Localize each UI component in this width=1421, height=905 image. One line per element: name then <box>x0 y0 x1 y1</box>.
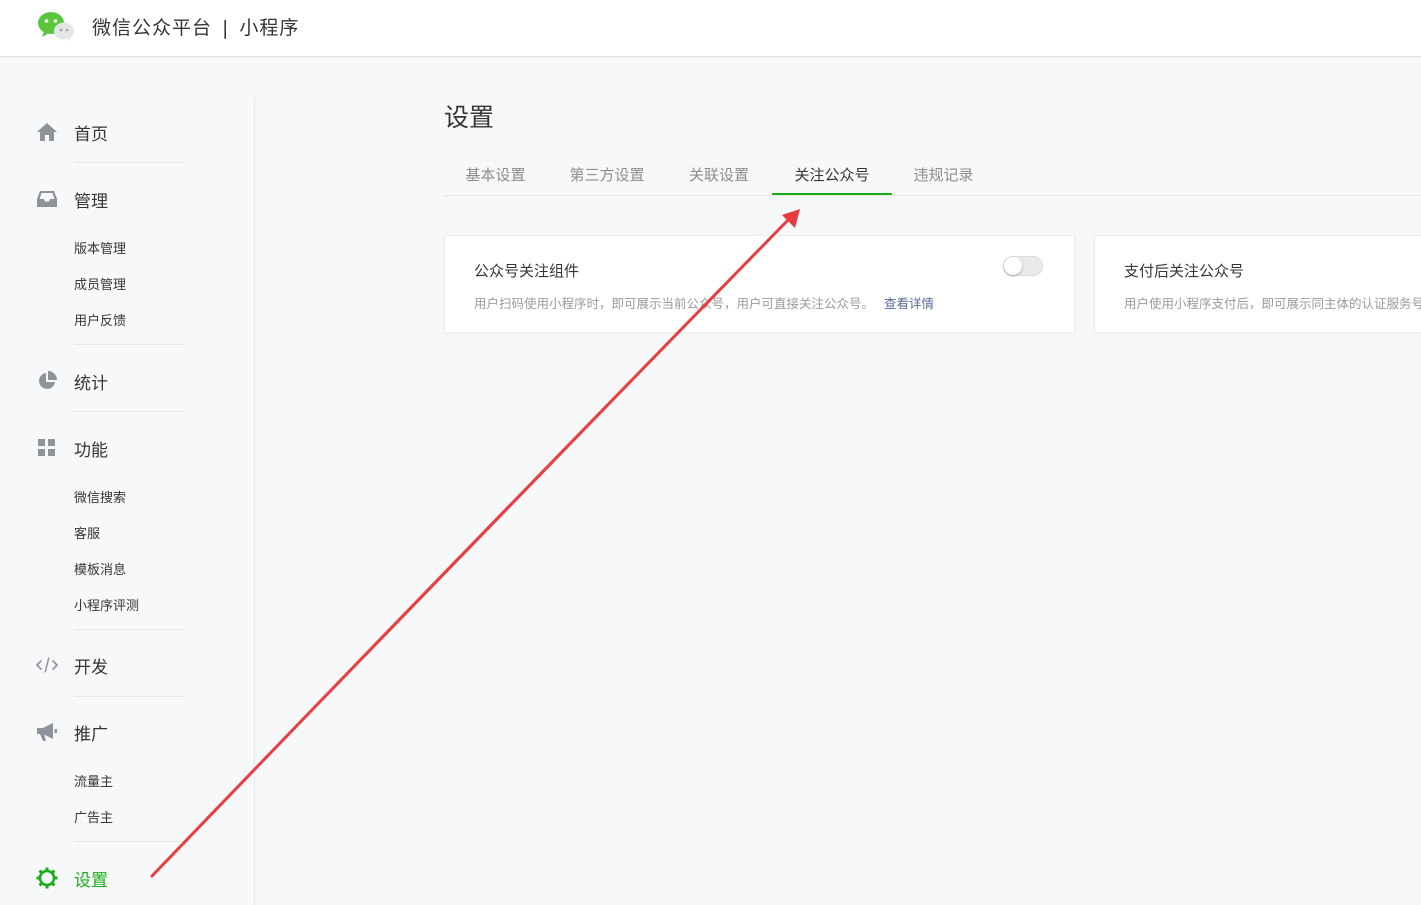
sidebar-item-label: 设置 <box>74 870 108 891</box>
top-bar: 微信公众平台 | 小程序 <box>0 0 1421 57</box>
divider <box>74 696 184 697</box>
follow-after-payment-card: 支付后关注公众号 用户使用小程序支付后，即可展示同主体的认证服务号 <box>1094 235 1421 333</box>
tab-follow-official-account[interactable]: 关注公众号 <box>772 158 892 195</box>
sidebar-item-label: 功能 <box>74 440 108 461</box>
sidebar-divider <box>254 97 255 905</box>
follow-component-card: 公众号关注组件 用户扫码使用小程序时，即可展示当前公众号，用户可直接关注公众号。… <box>444 235 1075 333</box>
sidebar-item-label: 统计 <box>74 373 108 394</box>
sidebar-item-settings[interactable]: 设置 <box>36 863 108 893</box>
sidebar-item-customer-service[interactable]: 客服 <box>74 523 100 542</box>
tab-third-party-settings[interactable]: 第三方设置 <box>547 158 667 194</box>
divider <box>74 411 184 412</box>
sidebar-item-promote[interactable]: 推广 <box>36 717 108 747</box>
toggle-knob <box>1004 257 1022 275</box>
card-title: 公众号关注组件 <box>474 262 580 280</box>
sidebar-item-label: 首页 <box>74 124 108 145</box>
gear-icon <box>36 867 58 889</box>
card-description-text: 用户扫码使用小程序时，即可展示当前公众号，用户可直接关注公众号。 <box>474 296 875 311</box>
sidebar-item-template-message[interactable]: 模板消息 <box>74 559 126 578</box>
settings-tabs: 基本设置 第三方设置 关联设置 关注公众号 违规记录 <box>444 158 1421 196</box>
sidebar-item-label: 推广 <box>74 724 108 745</box>
sidebar-item-label: 管理 <box>74 191 108 212</box>
divider <box>74 629 184 630</box>
divider <box>74 344 184 345</box>
wechat-logo-icon[interactable] <box>36 10 76 42</box>
platform-name: 微信公众平台 <box>92 17 213 39</box>
tab-association-settings[interactable]: 关联设置 <box>667 158 771 194</box>
card-description: 用户扫码使用小程序时，即可展示当前公众号，用户可直接关注公众号。 查看详情 <box>474 293 934 312</box>
product-name: 小程序 <box>239 17 300 39</box>
tab-violation-records[interactable]: 违规记录 <box>892 158 995 194</box>
arrowhead-icon <box>782 209 800 228</box>
page-title: 设置 <box>444 103 495 132</box>
grid-icon <box>36 437 58 459</box>
sidebar-item-wechat-search[interactable]: 微信搜索 <box>74 487 126 506</box>
code-icon <box>36 654 58 676</box>
megaphone-icon <box>36 721 58 743</box>
brand-title: 微信公众平台 | 小程序 <box>92 13 299 40</box>
sidebar-item-user-feedback[interactable]: 用户反馈 <box>74 310 126 329</box>
sidebar-item-develop[interactable]: 开发 <box>36 650 108 680</box>
sidebar-item-stats[interactable]: 统计 <box>36 366 108 396</box>
sidebar-item-member-manage[interactable]: 成员管理 <box>74 274 126 293</box>
tab-basic-settings[interactable]: 基本设置 <box>444 158 547 194</box>
brand-separator: | <box>222 17 230 39</box>
inbox-icon <box>36 188 58 210</box>
pie-chart-icon <box>36 370 58 392</box>
sidebar-item-features[interactable]: 功能 <box>36 433 108 463</box>
follow-component-toggle[interactable] <box>1003 256 1043 276</box>
sidebar-item-traffic-owner[interactable]: 流量主 <box>74 771 113 790</box>
sidebar-item-mini-program-review[interactable]: 小程序评测 <box>74 595 139 614</box>
sidebar-item-advertiser[interactable]: 广告主 <box>74 807 113 826</box>
sidebar-item-label: 开发 <box>74 657 108 678</box>
divider <box>74 162 184 163</box>
sidebar-item-manage[interactable]: 管理 <box>36 184 108 214</box>
sidebar-item-home[interactable]: 首页 <box>36 117 108 147</box>
view-details-link[interactable]: 查看详情 <box>884 296 934 311</box>
card-title: 支付后关注公众号 <box>1124 262 1245 280</box>
card-description: 用户使用小程序支付后，即可展示同主体的认证服务号 <box>1124 296 1421 311</box>
sidebar-item-version-manage[interactable]: 版本管理 <box>74 238 126 257</box>
home-icon <box>36 121 58 143</box>
divider <box>74 841 184 842</box>
